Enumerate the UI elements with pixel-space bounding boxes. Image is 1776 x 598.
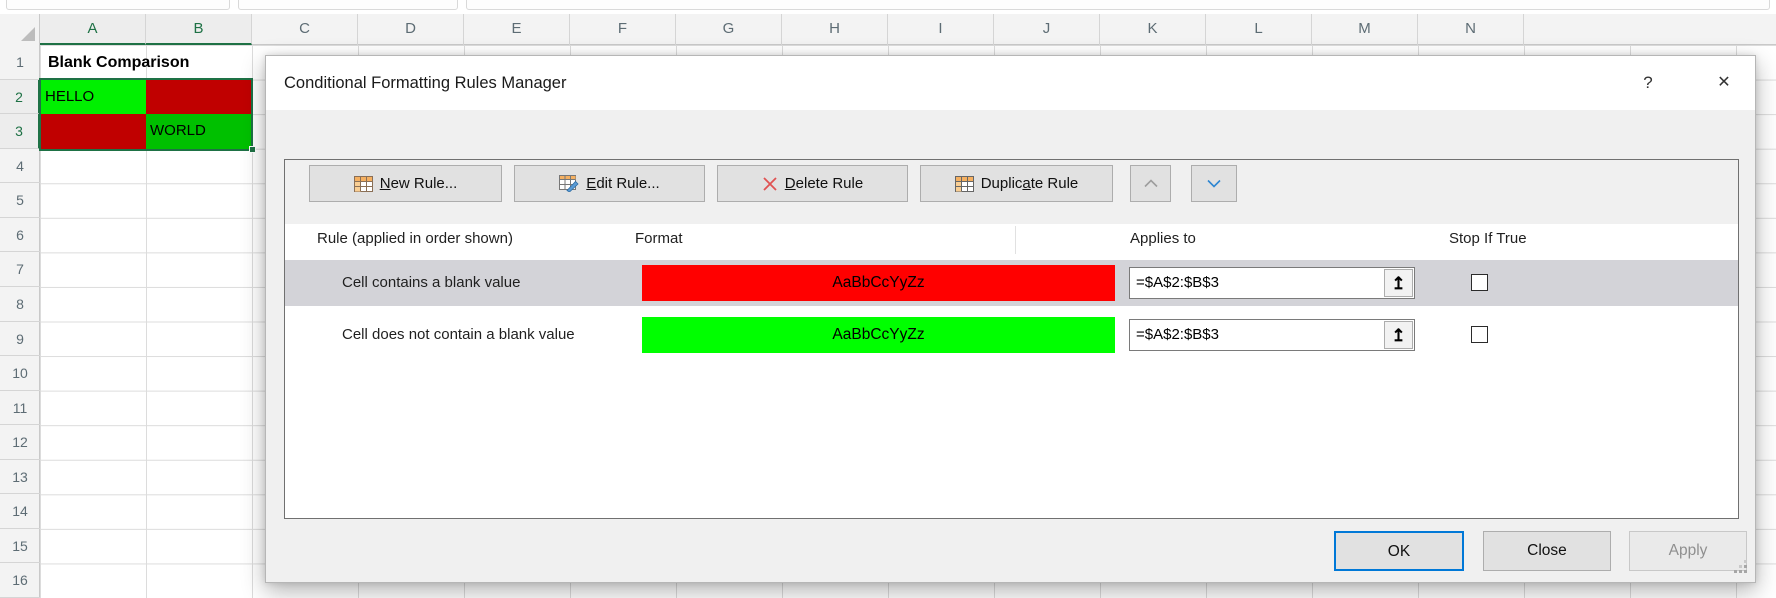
duplicate-rule-button[interactable]: Duplicate Rule xyxy=(920,165,1113,202)
select-all-corner[interactable] xyxy=(0,14,40,45)
move-rule-up-button[interactable] xyxy=(1130,165,1171,202)
rule-description: Cell contains a blank value xyxy=(342,260,520,306)
row-header-5[interactable]: 5 xyxy=(0,183,40,218)
button-label: Delete Rule xyxy=(785,175,863,192)
applies-to-value[interactable]: =$A$2:$B$3 xyxy=(1130,320,1383,350)
column-header-L[interactable]: L xyxy=(1206,14,1312,45)
column-header-rule: Rule (applied in order shown) xyxy=(317,224,513,254)
fill-handle[interactable] xyxy=(249,146,256,153)
collapse-dialog-icon[interactable]: ↥ xyxy=(1384,321,1413,349)
formula-bar-bottom-strip xyxy=(0,0,1776,14)
row-header-12[interactable]: 12 xyxy=(0,425,40,460)
applies-to-value[interactable]: =$A$2:$B$3 xyxy=(1130,268,1383,298)
rules-panel: New Rule... Edit Rule... Delete R xyxy=(284,159,1739,519)
applies-to-field[interactable]: =$A$2:$B$3 ↥ xyxy=(1129,319,1415,351)
row-header-6[interactable]: 6 xyxy=(0,218,40,253)
row-header-11[interactable]: 11 xyxy=(0,391,40,426)
button-label: Edit Rule... xyxy=(586,175,659,192)
column-header-G[interactable]: G xyxy=(676,14,782,45)
edit-rule-icon xyxy=(559,175,579,192)
dialog-titlebar[interactable]: Conditional Formatting Rules Manager ? ✕ xyxy=(266,56,1755,110)
close-button[interactable]: Close xyxy=(1483,531,1611,571)
cell-b2[interactable] xyxy=(146,80,252,115)
excel-window: ABCDEFGHIJKLMN 12345678910111213141516 B… xyxy=(0,0,1776,598)
stop-if-true-checkbox[interactable] xyxy=(1471,274,1488,291)
dialog-title: Conditional Formatting Rules Manager xyxy=(284,56,566,110)
column-header-H[interactable]: H xyxy=(782,14,888,45)
function-box-edge xyxy=(238,0,458,10)
delete-rule-button[interactable]: Delete Rule xyxy=(717,165,908,202)
column-header-D[interactable]: D xyxy=(358,14,464,45)
apply-button[interactable]: Apply xyxy=(1629,531,1747,571)
new-rule-icon xyxy=(354,176,373,192)
delete-rule-icon xyxy=(762,176,778,192)
formula-bar-edge xyxy=(466,0,1770,10)
column-header-format: Format xyxy=(635,224,683,254)
cell-a1[interactable]: Blank Comparison xyxy=(44,45,256,80)
column-header-F[interactable]: F xyxy=(570,14,676,45)
rule-description: Cell does not contain a blank value xyxy=(342,312,575,358)
column-header-A[interactable]: A xyxy=(40,14,146,45)
column-header-I[interactable]: I xyxy=(888,14,994,45)
rule-row[interactable]: Cell does not contain a blank value AaBb… xyxy=(285,312,1738,358)
column-header-B[interactable]: B xyxy=(146,14,252,45)
header-divider xyxy=(1015,226,1016,254)
row-header-13[interactable]: 13 xyxy=(0,460,40,495)
cf-rules-manager-dialog: Conditional Formatting Rules Manager ? ✕… xyxy=(265,55,1756,583)
row-header-9[interactable]: 9 xyxy=(0,322,40,357)
resize-grip[interactable] xyxy=(1734,570,1737,573)
rule-row-selected[interactable]: Cell contains a blank value AaBbCcYyZz =… xyxy=(285,260,1738,306)
new-rule-button[interactable]: New Rule... xyxy=(309,165,502,202)
row-header-4[interactable]: 4 xyxy=(0,149,40,184)
row-header-14[interactable]: 14 xyxy=(0,494,40,529)
button-label: Duplicate Rule xyxy=(981,175,1079,192)
column-header-J[interactable]: J xyxy=(994,14,1100,45)
name-box-edge xyxy=(6,0,230,10)
edit-rule-button[interactable]: Edit Rule... xyxy=(514,165,705,202)
rules-list-header: Rule (applied in order shown) Format App… xyxy=(285,224,1738,256)
column-header-E[interactable]: E xyxy=(464,14,570,45)
column-header-N[interactable]: N xyxy=(1418,14,1524,45)
row-header-3[interactable]: 3 xyxy=(0,114,40,149)
column-header-stop: Stop If True xyxy=(1449,224,1527,254)
duplicate-rule-icon xyxy=(955,176,974,192)
format-preview: AaBbCcYyZz xyxy=(642,265,1115,301)
column-header-applies: Applies to xyxy=(1130,224,1196,254)
cell-a2[interactable]: HELLO xyxy=(41,80,146,115)
row-header-16[interactable]: 16 xyxy=(0,563,40,598)
help-icon[interactable]: ? xyxy=(1631,56,1665,110)
rules-toolbar: New Rule... Edit Rule... Delete R xyxy=(285,160,1738,224)
column-header-M[interactable]: M xyxy=(1312,14,1418,45)
row-header-8[interactable]: 8 xyxy=(0,287,40,322)
chevron-up-icon xyxy=(1144,179,1158,188)
column-header-K[interactable]: K xyxy=(1100,14,1206,45)
cell-a3[interactable] xyxy=(41,114,146,149)
ok-button[interactable]: OK xyxy=(1334,531,1464,571)
close-icon[interactable]: ✕ xyxy=(1707,56,1741,110)
format-preview: AaBbCcYyZz xyxy=(642,317,1115,353)
row-header-1[interactable]: 1 xyxy=(0,45,40,80)
cell-b3[interactable]: WORLD xyxy=(146,114,252,149)
stop-if-true-checkbox[interactable] xyxy=(1471,326,1488,343)
row-header-10[interactable]: 10 xyxy=(0,356,40,391)
row-header-7[interactable]: 7 xyxy=(0,252,40,287)
move-rule-down-button[interactable] xyxy=(1191,165,1237,202)
row-header-15[interactable]: 15 xyxy=(0,529,40,564)
row-header-2[interactable]: 2 xyxy=(0,80,40,115)
button-label: New Rule... xyxy=(380,175,458,192)
collapse-dialog-icon[interactable]: ↥ xyxy=(1384,269,1413,297)
column-header-C[interactable]: C xyxy=(252,14,358,45)
chevron-down-icon xyxy=(1207,179,1221,188)
applies-to-field[interactable]: =$A$2:$B$3 ↥ xyxy=(1129,267,1415,299)
